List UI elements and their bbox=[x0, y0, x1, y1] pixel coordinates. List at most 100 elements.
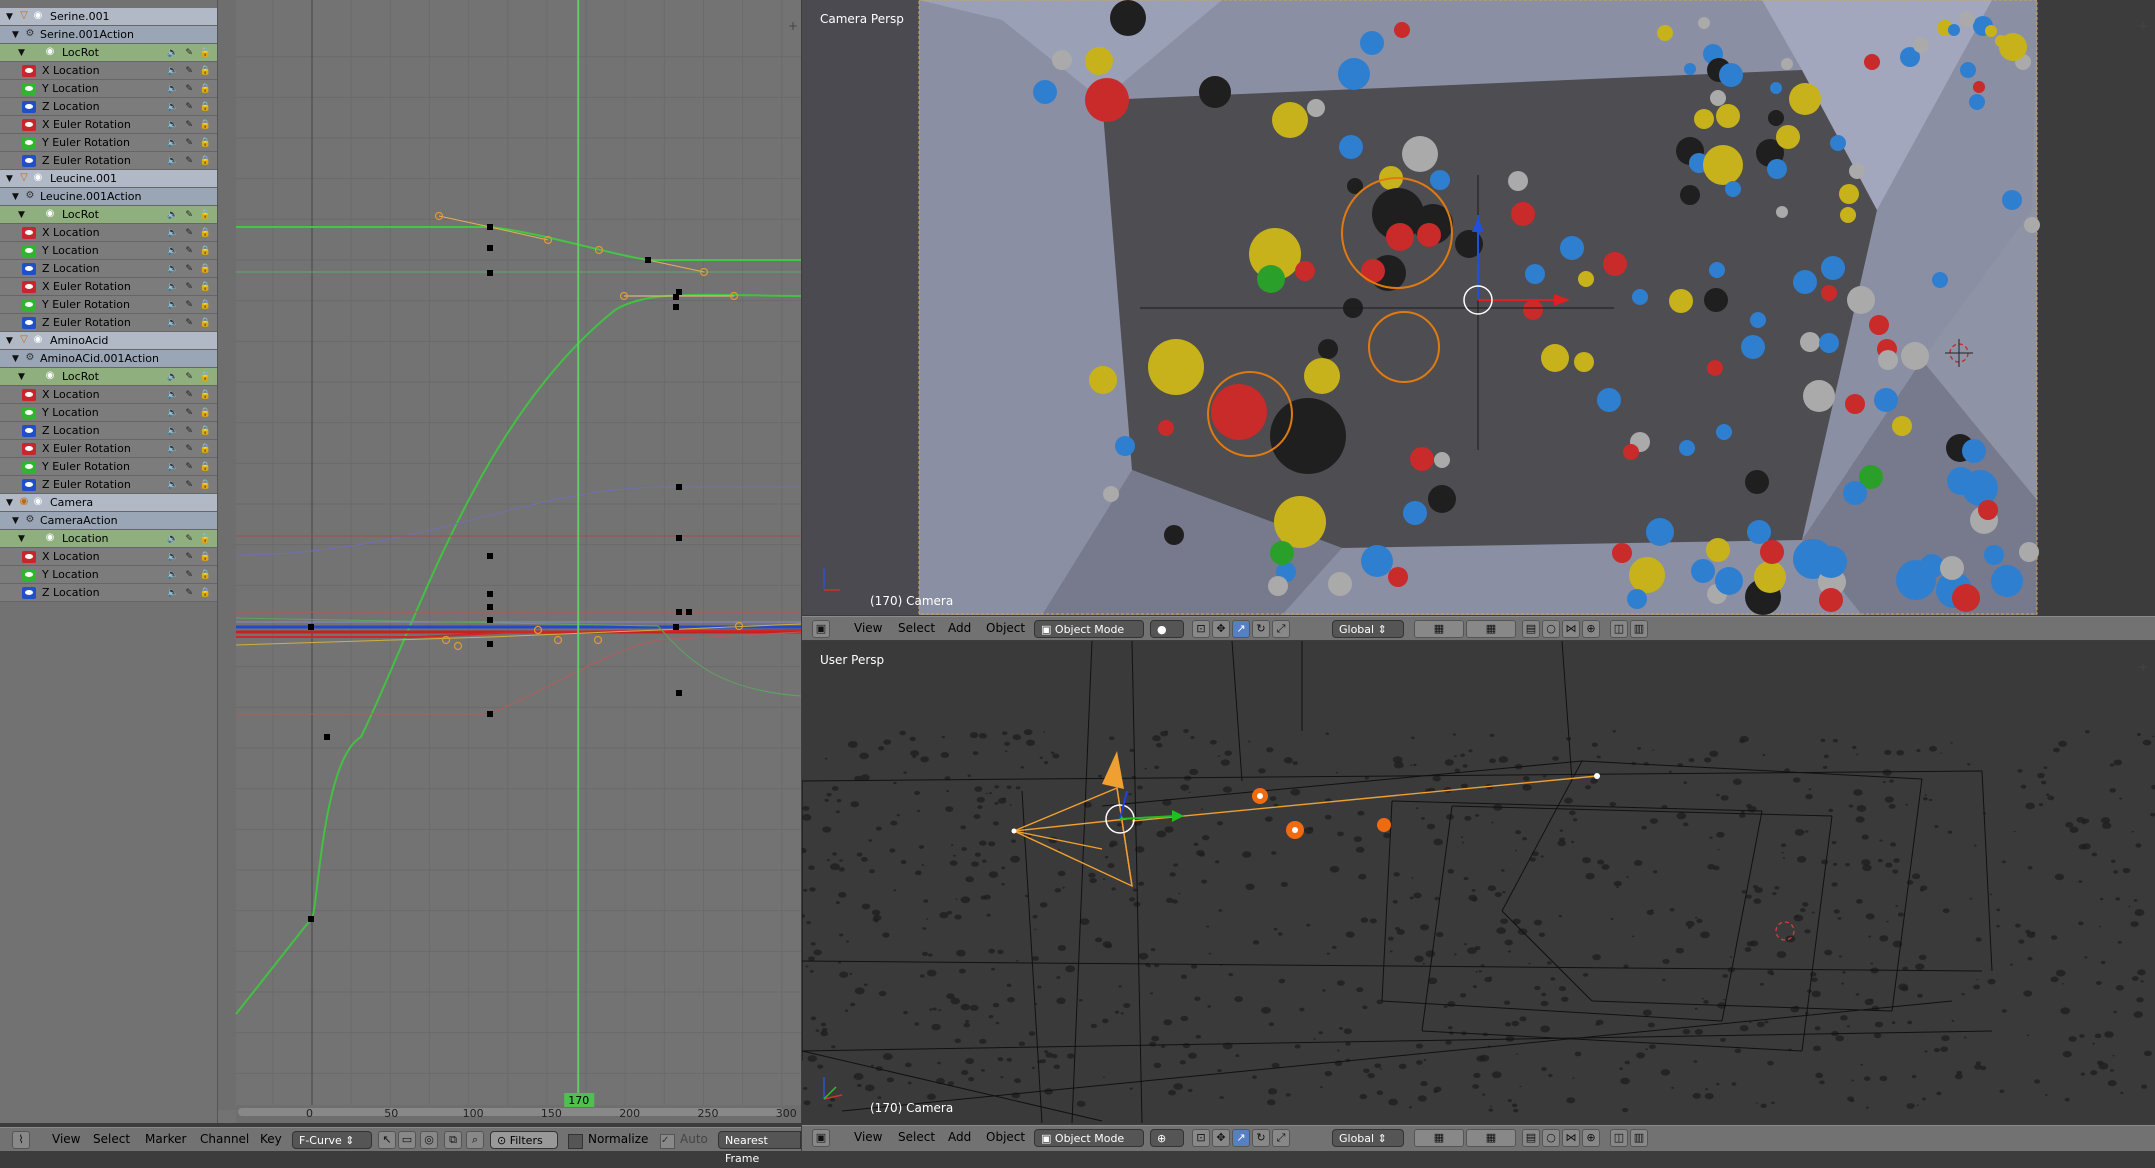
menu-select[interactable]: Select bbox=[898, 621, 935, 635]
translate-icon[interactable]: ↗ bbox=[1232, 620, 1250, 638]
channel-toggles-icon[interactable]: 🔈 ✎ 🔒 bbox=[167, 206, 213, 224]
channel-fc[interactable]: Z Euler Rotation 🔈 ✎ 🔒 bbox=[0, 314, 217, 332]
menu-channel[interactable]: Channel bbox=[200, 1132, 249, 1146]
view3d-editor-icon[interactable]: ▣ bbox=[812, 620, 830, 638]
eye-visibility-icon[interactable] bbox=[22, 317, 36, 329]
layers-icon[interactable]: ▦ bbox=[1466, 1129, 1516, 1147]
scale-icon[interactable]: ⤢ bbox=[1272, 1129, 1290, 1147]
channel-act[interactable]: ▼ ⚙ AminoACid.001Action bbox=[0, 350, 217, 368]
channel-grp[interactable]: ▼ ◉ LocRot 🔈 ✎ 🔒 bbox=[0, 368, 217, 386]
eye-visibility-icon[interactable] bbox=[22, 227, 36, 239]
channel-grp[interactable]: ▼ ◉ Location 🔈 ✎ 🔒 bbox=[0, 530, 217, 548]
pivot-icon[interactable]: ⊡ bbox=[1192, 620, 1210, 638]
channel-toggles-icon[interactable]: 🔈 ✎ 🔒 bbox=[167, 278, 213, 296]
layers-icon[interactable]: ▦ bbox=[1466, 620, 1516, 638]
eye-visibility-icon[interactable] bbox=[22, 299, 36, 311]
mode-dropdown[interactable]: F-Curve ⇕ bbox=[292, 1131, 372, 1149]
view3d-editor-icon[interactable]: ▣ bbox=[812, 1129, 830, 1147]
eye-visibility-icon[interactable] bbox=[22, 155, 36, 167]
channel-toggles-icon[interactable]: 🔈 ✎ 🔒 bbox=[167, 260, 213, 278]
fcurve-graph[interactable]: 7006506005505004504003503002502001501005… bbox=[218, 0, 801, 1123]
menu-view[interactable]: View bbox=[854, 621, 882, 635]
channel-toggles-icon[interactable]: 🔈 ✎ 🔒 bbox=[167, 386, 213, 404]
channel-fc[interactable]: Z Location 🔈 ✎ 🔒 bbox=[0, 260, 217, 278]
snap-icon[interactable]: ⋈ bbox=[1562, 620, 1580, 638]
camera-view-canvas[interactable]: + bbox=[802, 0, 2155, 615]
eye-icon[interactable]: ◉ bbox=[32, 496, 44, 508]
eye-visibility-icon[interactable] bbox=[22, 137, 36, 149]
channel-toggles-icon[interactable]: 🔈 ✎ 🔒 bbox=[167, 422, 213, 440]
menu-key[interactable]: Key bbox=[260, 1132, 282, 1146]
expand-arrow-icon[interactable]: ▼ bbox=[18, 206, 25, 224]
snap-target-icon[interactable]: ⊕ bbox=[1582, 620, 1600, 638]
eye-visibility-icon[interactable] bbox=[22, 407, 36, 419]
channel-toggles-icon[interactable]: 🔈 ✎ 🔒 bbox=[167, 368, 213, 386]
lock-icon[interactable]: ▤ bbox=[1522, 620, 1540, 638]
snap-icon[interactable]: ⋈ bbox=[1562, 1129, 1580, 1147]
channel-fc[interactable]: Y Euler Rotation 🔈 ✎ 🔒 bbox=[0, 458, 217, 476]
menu-select[interactable]: Select bbox=[898, 1130, 935, 1144]
channel-fc[interactable]: Z Euler Rotation 🔈 ✎ 🔒 bbox=[0, 476, 217, 494]
eye-visibility-icon[interactable] bbox=[22, 83, 36, 95]
eye-visibility-icon[interactable] bbox=[22, 461, 36, 473]
channel-act[interactable]: ▼ ⚙ Serine.001Action bbox=[0, 26, 217, 44]
eye-visibility-icon[interactable] bbox=[22, 479, 36, 491]
expand-arrow-icon[interactable]: ▼ bbox=[12, 188, 19, 206]
expand-arrow-icon[interactable]: ▼ bbox=[6, 332, 13, 350]
eye-icon[interactable]: ◉ bbox=[32, 10, 44, 22]
proportional-icon[interactable]: ○ bbox=[1542, 1129, 1560, 1147]
channel-fc[interactable]: Y Location 🔈 ✎ 🔒 bbox=[0, 242, 217, 260]
channel-toggles-icon[interactable]: 🔈 ✎ 🔒 bbox=[167, 152, 213, 170]
channel-toggles-icon[interactable]: 🔈 ✎ 🔒 bbox=[167, 134, 213, 152]
menu-select[interactable]: Select bbox=[93, 1132, 130, 1146]
lock-icon[interactable]: ▤ bbox=[1522, 1129, 1540, 1147]
channel-toggles-icon[interactable]: 🔈 ✎ 🔒 bbox=[167, 224, 213, 242]
channel-fc[interactable]: Z Euler Rotation 🔈 ✎ 🔒 bbox=[0, 152, 217, 170]
channel-toggles-icon[interactable]: 🔈 ✎ 🔒 bbox=[167, 584, 213, 602]
channel-toggles-icon[interactable]: 🔈 ✎ 🔒 bbox=[167, 116, 213, 134]
channel-fc[interactable]: Y Location 🔈 ✎ 🔒 bbox=[0, 566, 217, 584]
scale-icon[interactable]: ⤢ bbox=[1272, 620, 1290, 638]
channel-toggles-icon[interactable]: 🔈 ✎ 🔒 bbox=[167, 80, 213, 98]
channel-fc[interactable]: Y Location 🔈 ✎ 🔒 bbox=[0, 80, 217, 98]
expand-arrow-icon[interactable]: ▼ bbox=[18, 368, 25, 386]
orientation-dropdown[interactable]: Global ⇕ bbox=[1332, 620, 1404, 638]
pivot-icon[interactable]: ◎ bbox=[420, 1131, 438, 1149]
menu-marker[interactable]: Marker bbox=[145, 1132, 186, 1146]
auto-checkbox[interactable]: ✓ bbox=[660, 1134, 675, 1149]
expand-arrow-icon[interactable]: ▼ bbox=[12, 512, 19, 530]
channel-fc[interactable]: X Euler Rotation 🔈 ✎ 🔒 bbox=[0, 278, 217, 296]
eye-icon[interactable]: ◉ bbox=[44, 208, 56, 220]
channel-toggles-icon[interactable]: 🔈 ✎ 🔒 bbox=[167, 566, 213, 584]
channel-toggles-icon[interactable]: 🔈 ✎ 🔒 bbox=[167, 548, 213, 566]
snap-target-icon[interactable]: ⊕ bbox=[1582, 1129, 1600, 1147]
normalize-checkbox[interactable] bbox=[568, 1134, 583, 1149]
channel-toggles-icon[interactable]: 🔈 ✎ 🔒 bbox=[167, 458, 213, 476]
channel-fc[interactable]: Y Euler Rotation 🔈 ✎ 🔒 bbox=[0, 296, 217, 314]
eye-icon[interactable]: ◉ bbox=[32, 334, 44, 346]
layers-icon[interactable]: ▦ bbox=[1414, 1129, 1464, 1147]
expand-arrow-icon[interactable]: ▼ bbox=[18, 530, 25, 548]
channel-toggles-icon[interactable]: 🔈 ✎ 🔒 bbox=[167, 440, 213, 458]
menu-view[interactable]: View bbox=[854, 1130, 882, 1144]
eye-visibility-icon[interactable] bbox=[22, 569, 36, 581]
copy-icon[interactable]: ⧉ bbox=[444, 1131, 462, 1149]
manipulator-icon[interactable]: ✥ bbox=[1212, 620, 1230, 638]
expand-arrow-icon[interactable]: ▼ bbox=[18, 44, 25, 62]
channel-act[interactable]: ▼ ⚙ Leucine.001Action bbox=[0, 188, 217, 206]
eye-visibility-icon[interactable] bbox=[22, 551, 36, 563]
eye-icon[interactable]: ◉ bbox=[44, 370, 56, 382]
channel-grp[interactable]: ▼ ◉ LocRot 🔈 ✎ 🔒 bbox=[0, 206, 217, 224]
channel-obj[interactable]: ▼ ▽ ◉ AminoAcid bbox=[0, 332, 217, 350]
eye-visibility-icon[interactable] bbox=[22, 245, 36, 257]
channel-toggles-icon[interactable]: 🔈 ✎ 🔒 bbox=[167, 530, 213, 548]
camera-viewport[interactable]: + Camera Persp (170) Camera bbox=[802, 0, 2155, 615]
channel-toggles-icon[interactable]: 🔈 ✎ 🔒 bbox=[167, 314, 213, 332]
menu-view[interactable]: View bbox=[52, 1132, 80, 1146]
shading-dropdown[interactable]: ⊕ bbox=[1150, 1129, 1184, 1147]
channel-toggles-icon[interactable]: 🔈 ✎ 🔒 bbox=[167, 476, 213, 494]
channel-fc[interactable]: X Location 🔈 ✎ 🔒 bbox=[0, 62, 217, 80]
object-mode-dropdown[interactable]: ▣ Object Mode bbox=[1034, 1129, 1144, 1147]
channel-toggles-icon[interactable]: 🔈 ✎ 🔒 bbox=[167, 296, 213, 314]
shading-dropdown[interactable]: ● bbox=[1150, 620, 1184, 638]
